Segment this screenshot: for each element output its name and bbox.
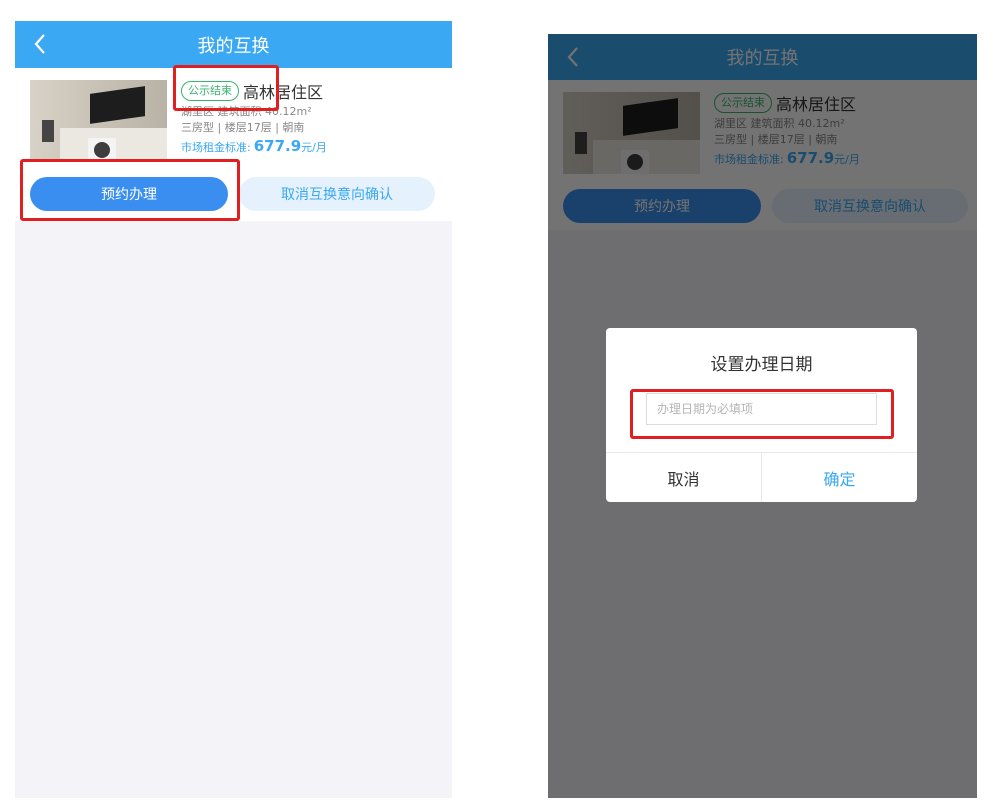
rent-row: 市场租金标准:677.9元/月 xyxy=(181,137,442,157)
phone-screen-right: 我的互换 公示结束 高林居住区 湖里区 建筑面积 40.12m² 三房型 | 楼… xyxy=(548,34,977,798)
rent-label: 市场租金标准: xyxy=(181,141,251,154)
dialog-title: 设置办理日期 xyxy=(710,355,813,375)
rent-unit: 元/月 xyxy=(301,141,327,154)
dialog-confirm-button[interactable]: 确定 xyxy=(762,453,917,502)
rent-value: 677.9 xyxy=(253,137,302,155)
header-bar: 我的互换 xyxy=(15,21,452,68)
dialog-actions: 取消 确定 xyxy=(606,452,917,502)
chevron-left-icon[interactable] xyxy=(27,30,55,58)
cancel-intent-button[interactable]: 取消互换意向确认 xyxy=(239,177,435,211)
dialog-cancel-button[interactable]: 取消 xyxy=(606,453,762,502)
listing-thumbnail xyxy=(30,80,167,162)
highlight-date-input xyxy=(630,389,894,439)
page-title: 我的互换 xyxy=(197,35,270,57)
layout-floor-orientation: 三房型 | 楼层17层 | 朝南 xyxy=(181,121,305,134)
content-area xyxy=(15,221,452,798)
phone-screen-left: 我的互换 公示结束 高林居住区 湖里区 建筑面积 40.12m² 三房型 | 楼… xyxy=(15,21,452,798)
highlight-status-badge xyxy=(173,65,279,111)
highlight-book-button xyxy=(20,159,240,221)
